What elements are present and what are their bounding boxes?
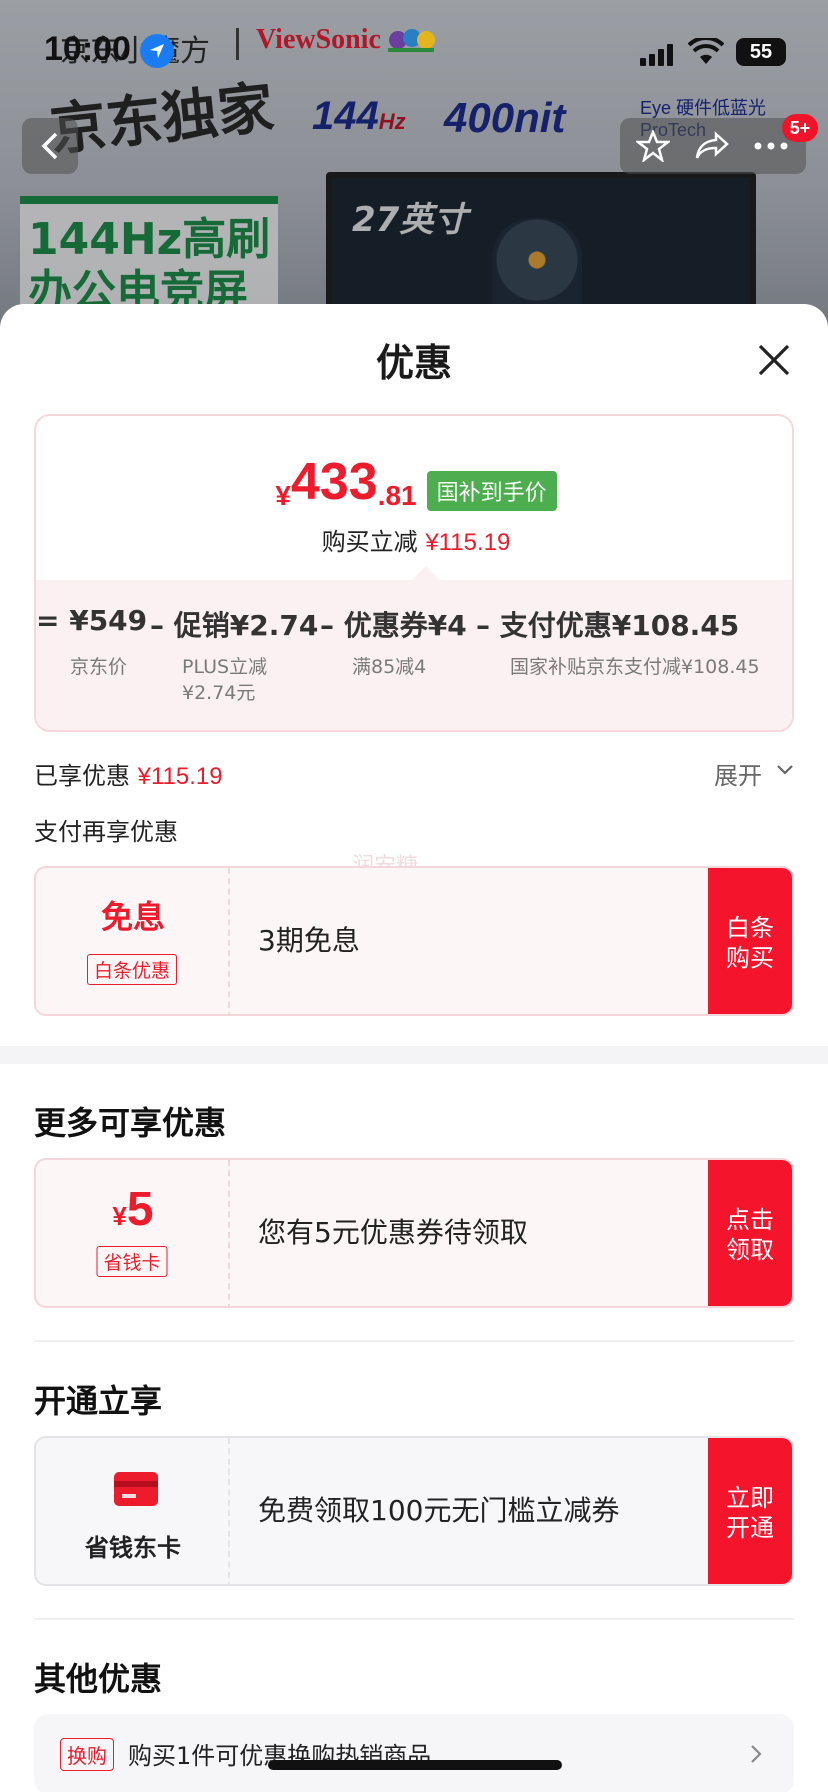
status-bar: 京东小魔方 ViewSonic 10:00 55: [0, 0, 828, 100]
share-icon[interactable]: [694, 130, 730, 162]
final-price-integer: 433: [290, 453, 378, 511]
breakdown-coupon-label: 满85减4: [352, 656, 427, 678]
expand-toggle[interactable]: 展开: [714, 756, 762, 791]
section-separator: [0, 1046, 828, 1064]
brand-divider: [236, 28, 239, 60]
breakdown-promo-label: PLUS立减 ¥2.74元: [182, 656, 268, 704]
location-arrow-icon: [140, 34, 174, 68]
baitiao-offer-card[interactable]: 免息 白条优惠 3期免息 白条购买: [34, 866, 794, 1016]
divider: [34, 1618, 794, 1620]
viewsonic-birds-icon: [388, 29, 435, 52]
more-menu-icon[interactable]: [754, 142, 788, 150]
wifi-icon: [688, 38, 724, 64]
activate-now-button[interactable]: 立即开通: [708, 1438, 792, 1584]
back-button[interactable]: [22, 118, 78, 174]
sheet-title: 优惠: [375, 341, 452, 385]
final-price-decimal: .81: [377, 480, 417, 511]
trade-in-offer-row[interactable]: 换购 购买1件可优惠换购热销商品: [34, 1714, 794, 1792]
viewsonic-logo: ViewSonic: [256, 24, 381, 55]
baitiao-buy-button[interactable]: 白条购买: [708, 868, 792, 1014]
bank-card-icon: [114, 1472, 158, 1506]
other-offers-title: 其他优惠: [34, 1660, 163, 1698]
battery-indicator: 55: [736, 38, 786, 66]
status-time: 10:00: [44, 30, 131, 68]
coupon-amount: ¥5: [112, 1183, 154, 1236]
claim-coupon-button[interactable]: 点击领取: [708, 1160, 792, 1306]
coupon-offer-left: ¥5 省钱卡: [36, 1160, 230, 1306]
chevron-left-icon: [41, 132, 58, 160]
trade-in-tag: 换购: [60, 1738, 114, 1771]
breakdown-coupon: – 优惠券¥4: [320, 609, 467, 642]
enjoyed-discount: 已享优惠 ¥115.19: [34, 762, 223, 790]
saving-card-tag: 省钱卡: [96, 1246, 168, 1277]
pay-more-label: 支付再享优惠: [34, 818, 178, 846]
breakdown-payment-label: 国家补贴京东支付减¥108.45: [510, 656, 760, 678]
product-banner: 京东独家 144Hz 400nit Eye 硬件低蓝光 ProTech 144H…: [0, 0, 828, 330]
price-card: ¥433.81 国补到手价 购买立减 ¥115.19 = ¥549 京东价 – 促…: [34, 414, 794, 732]
breakdown-jd-price: = ¥549: [36, 604, 148, 637]
chevron-right-icon: [751, 1745, 762, 1763]
cellular-signal-icon: [640, 44, 673, 66]
chevron-down-icon[interactable]: [776, 764, 794, 776]
caret-pointer: [412, 566, 440, 580]
home-indicator: [268, 1760, 562, 1770]
baitiao-offer-text: 3期免息: [258, 924, 360, 957]
saving-card-label: 省钱东卡: [85, 1534, 181, 1562]
price-breakdown: = ¥549 京东价 – 促销¥2.74 PLUS立减 ¥2.74元 – 优惠券…: [36, 580, 792, 730]
final-price: ¥433.81 国补到手价: [36, 452, 792, 512]
activate-title: 开通立享: [34, 1382, 163, 1420]
coupon-offer-card[interactable]: ¥5 省钱卡 您有5元优惠券待领取 点击领取: [34, 1158, 794, 1308]
close-icon[interactable]: [752, 338, 796, 382]
nav-actions: [620, 118, 806, 174]
saving-card-left: 省钱东卡: [36, 1438, 230, 1584]
gov-subsidy-tag: 国补到手价: [426, 471, 557, 511]
coupon-offer-text: 您有5元优惠券待领取: [258, 1216, 528, 1249]
message-badge: 5+: [782, 114, 818, 142]
star-favorite-icon[interactable]: [636, 130, 670, 162]
baitiao-offer-left: 免息 白条优惠: [36, 868, 230, 1014]
interest-free-label: 免息: [100, 898, 165, 936]
breakdown-jd-price-label: 京东价: [70, 656, 128, 678]
breakdown-promo: – 促销¥2.74: [150, 609, 319, 642]
breakdown-payment: – 支付优惠¥108.45: [476, 609, 740, 642]
divider: [34, 1340, 794, 1342]
baitiao-tag: 白条优惠: [86, 954, 178, 985]
more-offers-title: 更多可享优惠: [34, 1104, 227, 1142]
discount-sheet: 优惠 ¥433.81 国补到手价 购买立减 ¥115.19 = ¥549 京东价 …: [0, 304, 828, 1792]
saving-card-offer[interactable]: 省钱东卡 免费领取100元无门槛立减券 立即开通: [34, 1436, 794, 1586]
instant-discount: 购买立减 ¥115.19: [321, 528, 511, 556]
saving-card-text: 免费领取100元无门槛立减券: [258, 1494, 620, 1527]
